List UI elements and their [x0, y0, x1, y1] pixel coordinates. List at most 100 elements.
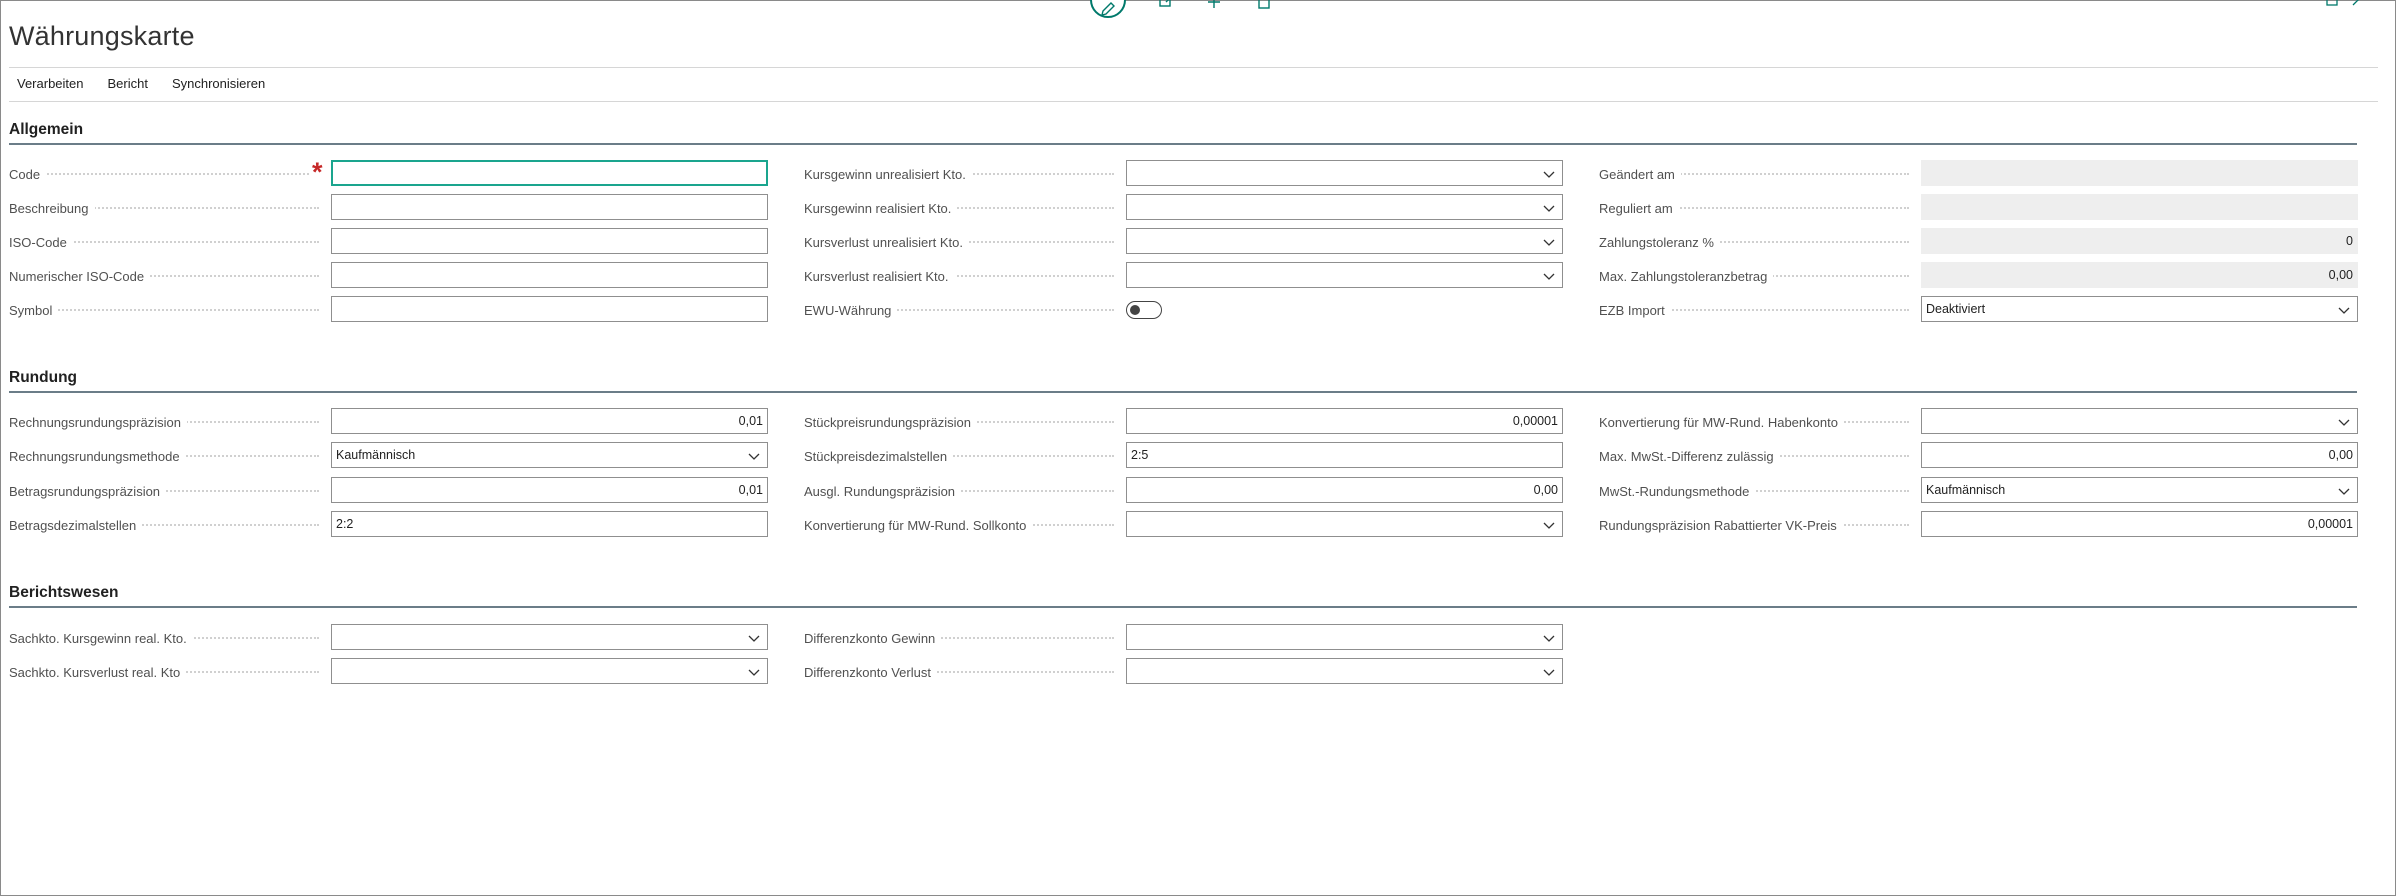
expand-icon[interactable] [2326, 0, 2338, 6]
field-label: Konvertierung für MW-Rund. Habenkonto [1599, 414, 1844, 430]
action-synchronisieren[interactable]: Synchronisieren [172, 76, 265, 96]
field-reguliert-am: Reguliert am [1599, 194, 2358, 220]
kursgewinn-realisiert-select[interactable] [1126, 194, 1563, 220]
field-label: Stückpreisdezimalstellen [804, 448, 954, 464]
field-label: Kursgewinn unrealisiert Kto. [804, 166, 972, 182]
section-title-rundung[interactable]: Rundung [9, 369, 77, 387]
divider [9, 101, 2378, 102]
divider [9, 67, 2378, 68]
zahlungstoleranz-value: 0 [1921, 228, 2358, 254]
page-toolbar-icons [1090, 0, 1290, 18]
chevron-down-icon [1543, 669, 1555, 676]
section-divider [9, 143, 2357, 145]
field-label: Zahlungstoleranz % [1599, 234, 1720, 250]
delete-icon[interactable] [1256, 0, 1272, 10]
field-mwst-rundungsmethode: MwSt.-Rundungsmethode Kaufmännisch [1599, 477, 2358, 503]
kursgewinn-unrealisiert-select[interactable] [1126, 160, 1563, 186]
numerischer-iso-code-input[interactable] [331, 262, 768, 288]
mwst-rundungsmethode-select[interactable]: Kaufmännisch [1921, 477, 2358, 503]
field-zahlungstoleranz: Zahlungstoleranz % 0 [1599, 228, 2358, 254]
field-label: Kursgewinn realisiert Kto. [804, 200, 958, 216]
rechnungsrundungsmethode-select[interactable]: Kaufmännisch [331, 442, 768, 468]
toggle-knob [1130, 305, 1140, 315]
field-kursverlust-realisiert: Kursverlust realisiert Kto. [804, 262, 1563, 288]
field-label: Reguliert am [1599, 200, 1679, 216]
section-divider [9, 391, 2357, 393]
rundungspraezision-vk-preis-input[interactable]: 0,00001 [1921, 511, 2358, 537]
field-label: Numerischer ISO-Code [9, 268, 151, 284]
sachkto-kursverlust-select[interactable] [331, 658, 768, 684]
share-icon[interactable] [1158, 0, 1174, 10]
action-bar: Verarbeiten Bericht Synchronisieren [9, 76, 282, 96]
field-label: Kursverlust unrealisiert Kto. [804, 234, 969, 250]
field-sachkto-kursgewinn: Sachkto. Kursgewinn real. Kto. [9, 624, 768, 650]
differenzkonto-verlust-select[interactable] [1126, 658, 1563, 684]
iso-code-input[interactable] [331, 228, 768, 254]
field-beschreibung: Beschreibung [9, 194, 768, 220]
beschreibung-input[interactable] [331, 194, 768, 220]
chevron-down-icon [2338, 488, 2350, 495]
field-kursverlust-unrealisiert: Kursverlust unrealisiert Kto. [804, 228, 1563, 254]
betragsrundungspraezision-input[interactable]: 0,01 [331, 477, 768, 503]
field-label: Code [9, 166, 47, 182]
field-konvertierung-habenkonto: Konvertierung für MW-Rund. Habenkonto [1599, 408, 2358, 434]
symbol-input[interactable] [331, 296, 768, 322]
chevron-down-icon [2338, 307, 2350, 314]
chevron-down-icon [1543, 171, 1555, 178]
edit-button[interactable] [1090, 0, 1126, 18]
ewu-waehrung-toggle[interactable] [1126, 301, 1162, 319]
konvertierung-habenkonto-select[interactable] [1921, 408, 2358, 434]
rechnungsrundungspraezision-input[interactable]: 0,01 [331, 408, 768, 434]
kursverlust-unrealisiert-select[interactable] [1126, 228, 1563, 254]
ezb-import-select[interactable]: Deaktiviert [1921, 296, 2358, 322]
section-title-allgemein[interactable]: Allgemein [9, 121, 83, 139]
field-symbol: Symbol [9, 296, 768, 322]
field-sachkto-kursverlust: Sachkto. Kursverlust real. Kto [9, 658, 768, 684]
chevron-down-icon [1543, 239, 1555, 246]
konvertierung-sollkonto-select[interactable] [1126, 511, 1563, 537]
field-iso-code: ISO-Code [9, 228, 768, 254]
chevron-down-icon [1543, 635, 1555, 642]
field-label: Geändert am [1599, 166, 1681, 182]
kursverlust-realisiert-select[interactable] [1126, 262, 1563, 288]
field-label: Sachkto. Kursverlust real. Kto [9, 664, 187, 680]
field-betragsdezimalstellen: Betragsdezimalstellen 2:2 [9, 511, 768, 537]
sachkto-kursgewinn-select[interactable] [331, 624, 768, 650]
chevron-down-icon [748, 669, 760, 676]
differenzkonto-gewinn-select[interactable] [1126, 624, 1563, 650]
stueckpreisdezimalstellen-input[interactable]: 2:5 [1126, 442, 1563, 468]
betragsdezimalstellen-input[interactable]: 2:2 [331, 511, 768, 537]
ausgl-rundungspraezision-input[interactable]: 0,00 [1126, 477, 1563, 503]
field-label: Kursverlust realisiert Kto. [804, 268, 955, 284]
chevron-down-icon [748, 453, 760, 460]
field-label: Betragsdezimalstellen [9, 517, 143, 533]
field-geaendert-am: Geändert am [1599, 160, 2358, 186]
field-kursgewinn-unrealisiert: Kursgewinn unrealisiert Kto. [804, 160, 1563, 186]
field-numerischer-iso-code: Numerischer ISO-Code [9, 262, 768, 288]
field-label: Beschreibung [9, 200, 95, 216]
action-verarbeiten[interactable]: Verarbeiten [17, 76, 84, 96]
window-controls [2326, 0, 2366, 10]
section-divider [9, 606, 2357, 608]
field-label: Symbol [9, 302, 59, 318]
page-title: Währungskarte [9, 21, 195, 51]
field-label: Sachkto. Kursgewinn real. Kto. [9, 630, 193, 646]
chevron-down-icon [1543, 205, 1555, 212]
field-label: Max. Zahlungstoleranzbetrag [1599, 268, 1774, 284]
field-stueckpreisdezimalstellen: Stückpreisdezimalstellen 2:5 [804, 442, 1563, 468]
code-input[interactable] [331, 160, 768, 186]
chevron-down-icon [1543, 522, 1555, 529]
add-icon[interactable] [1206, 0, 1222, 10]
field-label: Konvertierung für MW-Rund. Sollkonto [804, 517, 1033, 533]
section-title-berichtswesen[interactable]: Berichtswesen [9, 584, 118, 602]
field-max-mwst-differenz: Max. MwSt.-Differenz zulässig 0,00 [1599, 442, 2358, 468]
collapse-icon[interactable] [2352, 0, 2364, 6]
required-indicator: * [312, 157, 323, 187]
field-label: Rundungspräzision Rabattierter VK-Preis [1599, 517, 1843, 533]
action-bericht[interactable]: Bericht [108, 76, 148, 96]
max-mwst-differenz-input[interactable]: 0,00 [1921, 442, 2358, 468]
chevron-down-icon [2338, 419, 2350, 426]
max-zahlungstoleranzbetrag-value: 0,00 [1921, 262, 2358, 288]
field-label: Rechnungsrundungsmethode [9, 448, 186, 464]
stueckpreisrundungspraezision-input[interactable]: 0,00001 [1126, 408, 1563, 434]
